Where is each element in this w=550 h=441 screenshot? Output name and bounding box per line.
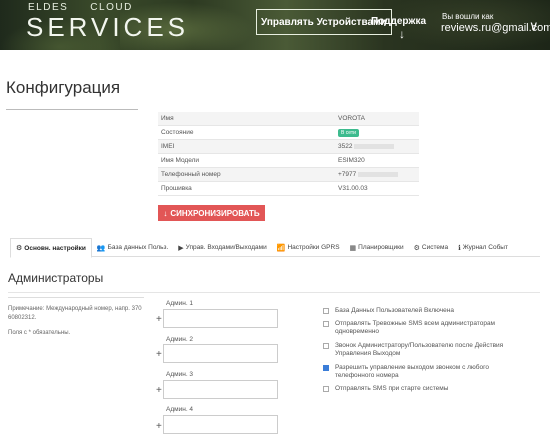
checkbox[interactable] <box>323 343 329 349</box>
option-label: Отправлять Тревожные SMS всем администра… <box>335 320 496 335</box>
header-bar: ELDES CLOUD SERVICES Управлять Устройства… <box>0 0 550 50</box>
support-link[interactable]: Поддержка <box>371 16 426 27</box>
info-row-phone: Телефонный номер +7977 <box>158 168 419 182</box>
info-value: 3522 <box>338 143 395 150</box>
admin-3-field[interactable] <box>163 380 278 399</box>
synchronize-label: СИНХРОНИЗИРОВАТЬ <box>170 208 260 218</box>
tab-schedulers[interactable]: ▦ Планировщики <box>345 238 409 257</box>
admin-1-field[interactable] <box>163 309 278 328</box>
arrow-down-icon: ↓ <box>399 27 405 41</box>
option-label: Звонок Администратору/Пользователю после… <box>335 342 504 357</box>
tab-label: Управ. Входами/Выходами <box>185 244 267 251</box>
info-key: IMEI <box>161 143 175 150</box>
tab-label: Система <box>421 244 449 251</box>
info-row-imei: IMEI 3522 <box>158 140 419 154</box>
info-key: Состояние <box>161 129 194 136</box>
status-badge: В сети <box>338 128 359 137</box>
plus-icon[interactable]: + <box>156 421 162 432</box>
logo[interactable]: SERVICES <box>26 12 189 43</box>
info-icon: ℹ <box>458 244 461 252</box>
info-row-name: Имя VOROTA <box>158 112 419 126</box>
tab-event-log[interactable]: ℹ Журнал Событ <box>453 238 513 257</box>
cogs-icon: ⚙ <box>413 244 420 252</box>
note-international-number: Примечание: Международный номер, напр. 3… <box>8 306 142 321</box>
note-required-fields: Поля с * обязательны. <box>8 330 71 336</box>
option-label: Разрешить управление выходом звонком с л… <box>335 364 489 379</box>
admin-4-field[interactable] <box>163 415 278 434</box>
signal-icon: 📶 <box>276 244 286 252</box>
gear-icon: ⚙ <box>16 245 23 252</box>
option-label: База Данных Пользователей Включена <box>335 307 454 314</box>
page-title: Конфигурация <box>6 78 121 97</box>
info-key: Телефонный номер <box>161 171 221 178</box>
info-key: Имя Модели <box>161 157 200 164</box>
imei-value: 3522 <box>338 143 353 150</box>
checkbox[interactable] <box>323 386 329 392</box>
tab-io-control[interactable]: ▶ Управ. Входами/Выходами <box>173 238 271 257</box>
option-label: Отправлять SMS при старте системы <box>335 385 449 392</box>
section-title: Администраторы <box>8 271 104 285</box>
download-icon: ↓ <box>163 208 168 218</box>
plus-icon[interactable]: + <box>156 349 162 360</box>
info-row-model: Имя Модели ESIM320 <box>158 154 419 168</box>
admin-3-label: Админ. 3 <box>166 371 194 378</box>
tab-label: База данных Польз. <box>107 244 169 251</box>
settings-tabs: ⚙ Основн. настройки 👥 База данных Польз. ▶… <box>10 238 540 258</box>
info-key: Прошивка <box>161 185 192 192</box>
plus-icon[interactable]: + <box>156 314 162 325</box>
info-value: V31.00.03 <box>338 185 368 192</box>
redacted-block <box>354 143 395 149</box>
option-sms-on-startup[interactable]: Отправлять SMS при старте системы <box>323 385 498 393</box>
login-label: Вы вошли как <box>442 12 494 21</box>
tab-label: Планировщики <box>358 244 404 251</box>
tab-gprs-settings[interactable]: 📶 Настройки GPRS <box>272 238 345 257</box>
users-icon: 👥 <box>96 244 106 252</box>
tab-label: Настройки GPRS <box>287 244 340 251</box>
tab-label: Журнал Событ <box>462 244 508 251</box>
info-row-firmware: Прошивка V31.00.03 <box>158 182 419 196</box>
divider <box>6 109 138 110</box>
tab-user-database[interactable]: 👥 База данных Польз. <box>92 238 173 257</box>
admin-2-label: Админ. 2 <box>166 336 194 343</box>
admin-4-label: Админ. 4 <box>166 406 194 413</box>
admin-1-label: Админ. 1 <box>166 300 194 307</box>
tab-system[interactable]: ⚙ Система <box>409 238 453 257</box>
checkbox[interactable] <box>323 308 329 314</box>
info-key: Имя <box>161 115 174 122</box>
plus-icon[interactable]: + <box>156 385 162 396</box>
option-allow-call-any-number[interactable]: Разрешить управление выходом звонком с л… <box>323 364 498 380</box>
redacted-block <box>358 171 399 177</box>
info-value: VOROTA <box>338 115 365 122</box>
option-call-after-output-action[interactable]: Звонок Администратору/Пользователю после… <box>323 342 518 358</box>
admin-2-field[interactable] <box>163 344 278 363</box>
play-icon: ▶ <box>178 244 184 252</box>
tab-label: Основн. настройки <box>24 244 86 252</box>
info-row-status: Состояние В сети <box>158 126 419 140</box>
phone-value: +7977 <box>338 171 357 178</box>
info-value: +7977 <box>338 171 399 178</box>
option-alarm-sms-all-admins[interactable]: Отправлять Тревожные SMS всем администра… <box>323 320 498 336</box>
checkbox-checked[interactable] <box>323 365 329 371</box>
chevron-down-icon[interactable]: ∨ <box>529 18 539 34</box>
calendar-icon: ▦ <box>349 244 357 252</box>
tab-main-settings[interactable]: ⚙ Основн. настройки <box>10 238 92 258</box>
device-info-table: Имя VOROTA Состояние В сети IMEI 3522 Им… <box>158 112 419 196</box>
synchronize-button[interactable]: ↓ СИНХРОНИЗИРОВАТЬ <box>158 205 265 221</box>
info-value: ESIM320 <box>338 157 365 164</box>
divider <box>8 297 144 298</box>
option-user-database-enabled[interactable]: База Данных Пользователей Включена <box>323 307 493 315</box>
divider <box>8 292 540 293</box>
checkbox[interactable] <box>323 321 329 327</box>
